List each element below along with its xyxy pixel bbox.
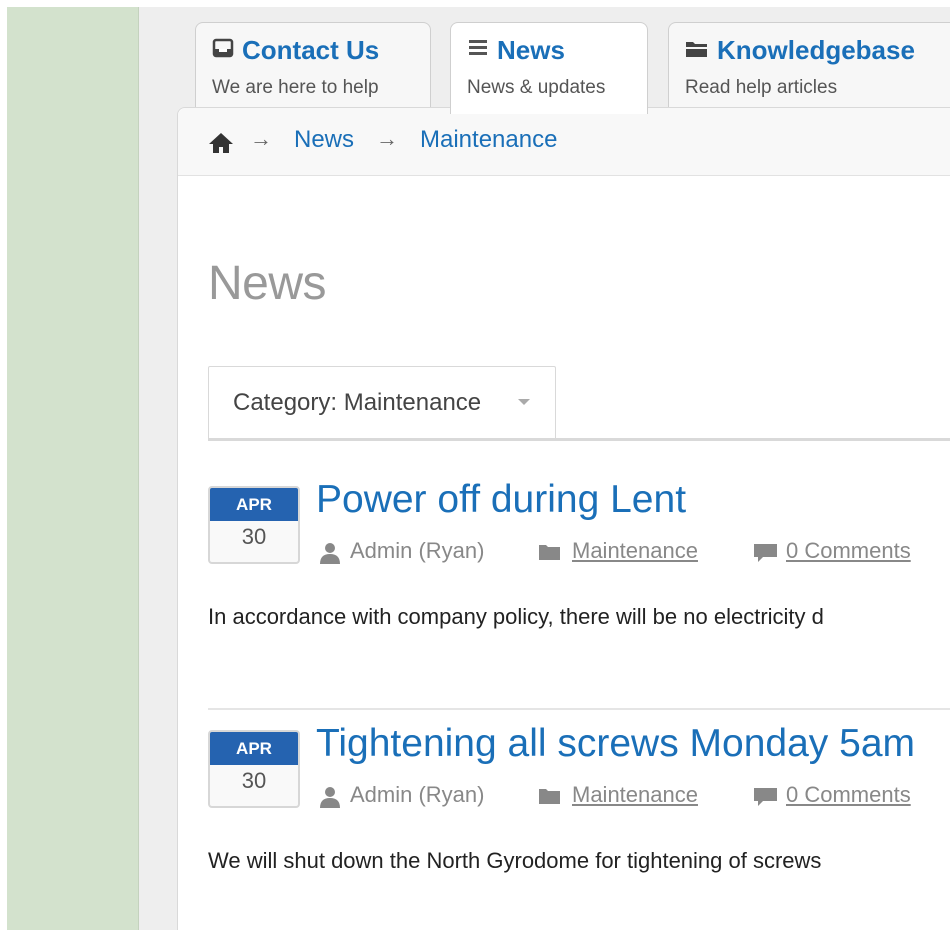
tab-news-title-row: News — [467, 35, 565, 68]
tab-knowledgebase-label: Knowledgebase — [717, 35, 915, 65]
folder-icon — [538, 786, 562, 811]
article-category-link[interactable]: Maintenance — [572, 538, 698, 564]
tab-contact-us-label: Contact Us — [242, 35, 380, 65]
breadcrumb-separator: → — [250, 126, 272, 151]
news-article: APR 30 Tightening all screws Monday 5am … — [208, 722, 950, 930]
breadcrumb-separator: → — [376, 126, 398, 151]
date-month: APR — [210, 732, 298, 765]
tab-news-label: News — [497, 35, 565, 65]
user-icon — [318, 786, 342, 813]
left-sidebar — [7, 7, 139, 930]
article-divider — [208, 708, 950, 710]
article-comments-link[interactable]: 0 Comments — [786, 782, 911, 808]
date-day: 30 — [241, 524, 267, 549]
article-excerpt: In accordance with company policy, there… — [208, 604, 824, 629]
main-content: → News → Maintenance News Category: Main… — [177, 107, 950, 930]
tab-contact-us[interactable]: Contact Us We are here to help — [195, 22, 431, 110]
article-excerpt: We will shut down the North Gyrodome for… — [208, 848, 822, 873]
folder-icon — [685, 35, 709, 66]
article-title-link[interactable]: Power off during Lent — [316, 478, 686, 522]
caret-down-icon — [518, 399, 530, 405]
article-title-link[interactable]: Tightening all screws Monday 5am — [316, 722, 915, 766]
breadcrumb-link-news[interactable]: News — [294, 126, 354, 154]
breadcrumb-link-maintenance[interactable]: Maintenance — [420, 126, 557, 154]
comment-icon — [753, 786, 779, 813]
date-badge: APR 30 — [208, 486, 300, 564]
page-title: News — [208, 257, 327, 310]
tab-contact-us-title-row: Contact Us — [212, 35, 379, 68]
breadcrumb: → News → Maintenance — [178, 108, 950, 176]
tab-knowledgebase-subtitle: Read help articles — [685, 77, 838, 98]
user-icon — [318, 542, 342, 569]
news-article: APR 30 Power off during Lent Admin (Ryan… — [208, 478, 950, 686]
date-badge: APR 30 — [208, 730, 300, 808]
article-category-link[interactable]: Maintenance — [572, 782, 698, 808]
date-day: 30 — [241, 768, 267, 793]
tab-knowledgebase[interactable]: Knowledgebase Read help articles — [668, 22, 950, 110]
article-comments-link[interactable]: 0 Comments — [786, 538, 911, 564]
article-author: Admin (Ryan) — [350, 782, 485, 807]
folder-icon — [538, 542, 562, 567]
inbox-icon — [212, 35, 234, 66]
article-author: Admin (Ryan) — [350, 538, 485, 563]
filter-divider — [208, 438, 950, 441]
category-filter-label: Category: Maintenance — [233, 389, 482, 416]
date-month: APR — [210, 488, 298, 521]
tab-news[interactable]: News News & updates — [450, 22, 648, 114]
list-icon — [467, 35, 489, 66]
tab-knowledgebase-title-row: Knowledgebase — [685, 35, 915, 68]
page-frame: Contact Us We are here to help News News… — [7, 7, 950, 930]
tab-news-subtitle: News & updates — [467, 77, 606, 98]
home-icon[interactable] — [208, 132, 234, 159]
category-filter-dropdown[interactable]: Category: Maintenance — [208, 366, 556, 438]
tab-contact-us-subtitle: We are here to help — [212, 77, 379, 98]
comment-icon — [753, 542, 779, 569]
